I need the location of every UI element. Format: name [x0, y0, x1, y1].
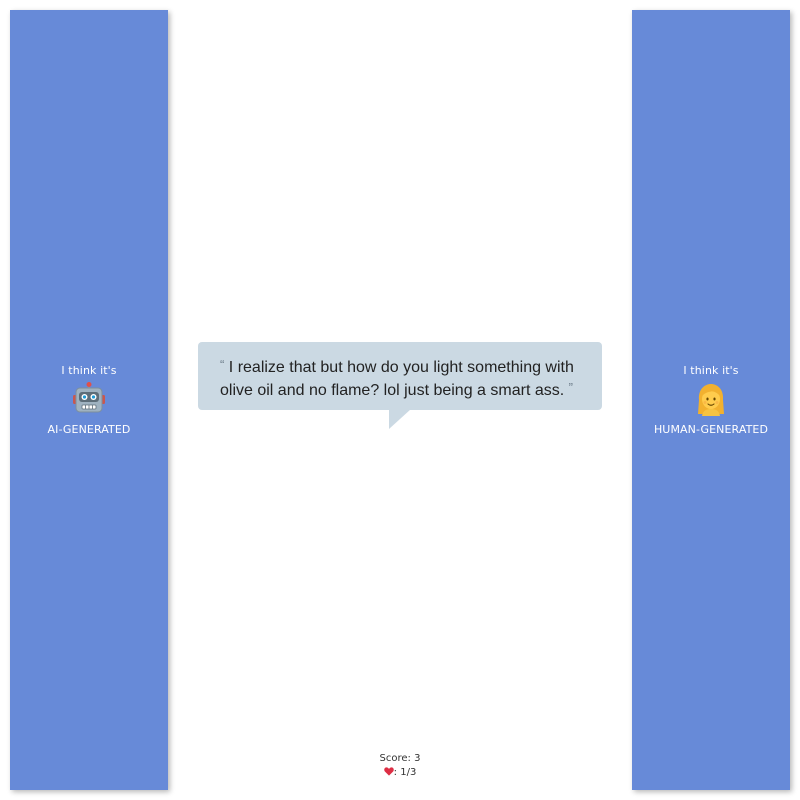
open-quote-mark: “ — [220, 357, 225, 372]
lives-text: : 1/3 — [393, 767, 417, 778]
human-choice-prompt: I think it's — [683, 363, 739, 377]
human-choice-label: HUMAN-GENERATED — [653, 422, 769, 436]
human-generated-button[interactable]: I think it's HUMAN-GENERATED — [632, 10, 790, 790]
ai-generated-button[interactable]: I think it's AI-GENERATED — [10, 10, 168, 790]
quote-bubble: “ I realize that but how do you light so… — [198, 342, 602, 410]
status-area: Score: 3 : 1/3 — [300, 752, 500, 780]
quote-bubble-tail — [389, 409, 411, 429]
robot-icon — [72, 381, 105, 412]
quote-text: I realize that but how do you light some… — [220, 359, 574, 399]
close-quote-mark: ” — [568, 380, 573, 395]
heart-icon — [383, 767, 394, 776]
ai-choice-content: I think it's AI-GENERATED — [47, 364, 130, 437]
human-choice-content: I think it's HUMAN-GENERATED — [654, 364, 768, 437]
woman-icon — [697, 383, 724, 416]
lives-row: : 1/3 — [300, 766, 500, 780]
score-text: Score: 3 — [379, 753, 421, 764]
ai-choice-prompt: I think it's — [61, 363, 117, 377]
ai-choice-label: AI-GENERATED — [47, 422, 131, 436]
